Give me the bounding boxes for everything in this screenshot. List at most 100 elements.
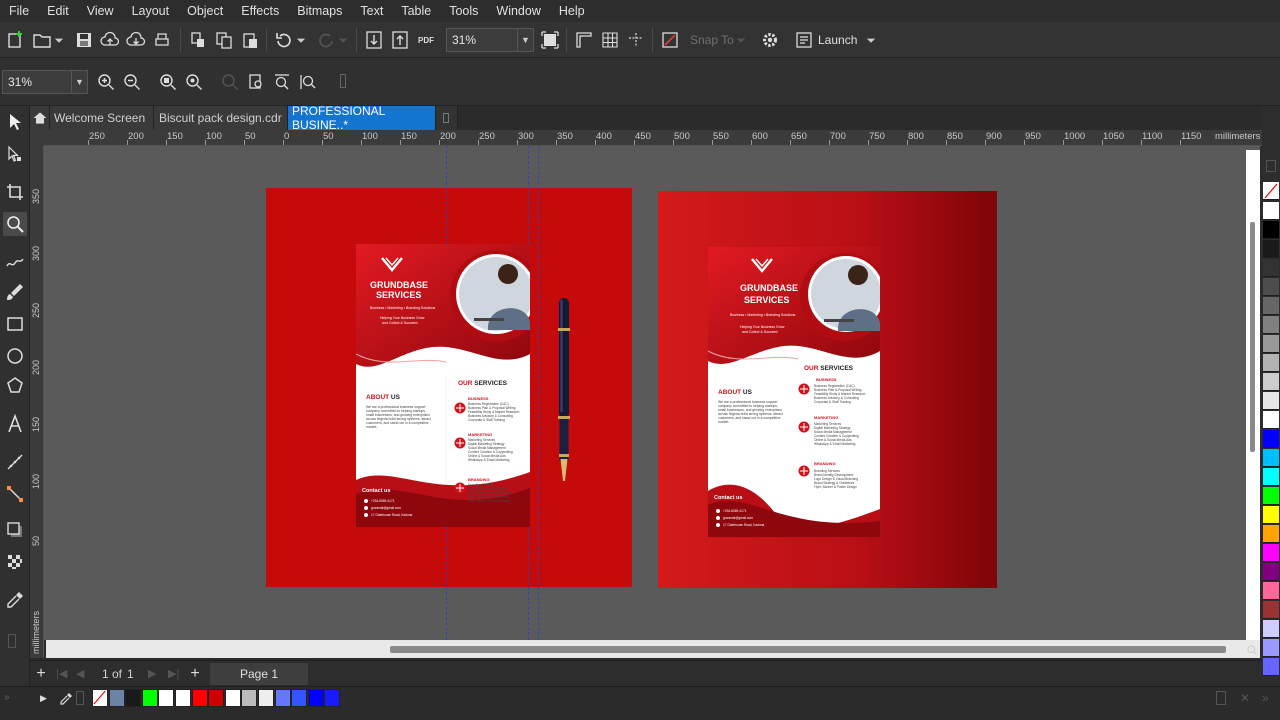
show-grid-icon[interactable] [598, 28, 622, 52]
zoom-to-page-icon[interactable] [218, 70, 242, 94]
zoom-dropdown-icon[interactable]: ▼ [517, 29, 533, 51]
palette-swatch[interactable] [1263, 468, 1279, 486]
zoom-to-selected-icon[interactable] [156, 70, 180, 94]
artistic-media-tool-icon[interactable] [3, 280, 27, 304]
palette-swatch[interactable] [1263, 582, 1279, 600]
page-1-tab[interactable]: Page 1 [210, 663, 308, 685]
document-palette-menu-icon[interactable]: ▶ [40, 693, 47, 704]
horizontal-ruler[interactable]: 250 200 150 100 50 0 50 100 150 200 250 300 350 400 45… [44, 130, 1262, 146]
new-document-icon[interactable] [4, 28, 28, 52]
no-color-swatch[interactable] [1263, 182, 1279, 200]
guideline-3[interactable] [538, 146, 539, 640]
menu-help[interactable]: Help [550, 0, 594, 22]
add-page-after-icon[interactable]: + [186, 665, 204, 683]
zoom-level-combo[interactable]: 31% ▼ [446, 28, 534, 52]
property-zoom-combo[interactable]: 31% ▼ [2, 70, 88, 94]
parallel-dimension-tool-icon[interactable] [3, 450, 27, 474]
palette-swatch[interactable] [1263, 259, 1279, 277]
open-folder-icon[interactable] [30, 28, 54, 52]
cut-icon[interactable] [186, 28, 210, 52]
document-palette-swatch[interactable] [175, 689, 191, 707]
vertical-ruler[interactable]: 350 300 250 200 150 100 50 millimeters [30, 146, 44, 658]
freehand-tool-icon[interactable] [3, 250, 27, 274]
launch-app-icon[interactable] [792, 28, 816, 52]
palette-swatch[interactable] [1263, 658, 1279, 676]
tab-overflow-button[interactable] [436, 106, 458, 130]
tab-professional-business[interactable]: PROFESSIONAL BUSINE..* [288, 104, 436, 132]
document-palette-eyedropper-icon[interactable] [58, 691, 74, 707]
palette-swatch[interactable] [1263, 449, 1279, 467]
zoom-to-all-objects-icon[interactable] [182, 70, 206, 94]
palette-swatch[interactable] [1263, 430, 1279, 448]
right-flyer[interactable]: GRUNDBASE SERVICES Business • Marketing … [708, 247, 880, 537]
palette-swatch[interactable] [1263, 392, 1279, 410]
menu-table[interactable]: Table [392, 0, 440, 22]
palette-swatch[interactable] [1263, 544, 1279, 562]
palette-swatch[interactable] [1263, 601, 1279, 619]
drop-shadow-tool-icon[interactable] [3, 518, 27, 542]
menu-view[interactable]: View [78, 0, 123, 22]
snap-off-icon[interactable] [658, 28, 682, 52]
vertical-scrollbar-thumb[interactable] [1250, 222, 1255, 452]
document-palette-swatch[interactable] [324, 689, 341, 707]
property-bar-handle[interactable] [340, 74, 346, 88]
redo-icon[interactable] [314, 28, 338, 52]
status-collapse-icon[interactable]: » [1262, 691, 1269, 705]
save-icon[interactable] [72, 28, 96, 52]
palette-swatch[interactable] [1263, 487, 1279, 505]
text-tool-icon[interactable] [3, 412, 27, 436]
ellipse-tool-icon[interactable] [3, 344, 27, 368]
full-screen-icon[interactable] [538, 28, 562, 52]
first-page-icon[interactable]: |◀ [56, 667, 67, 680]
menu-file[interactable]: File [0, 0, 38, 22]
pick-tool-icon[interactable] [3, 110, 27, 134]
launch-dropdown-icon[interactable] [864, 28, 878, 52]
menu-layout[interactable]: Layout [123, 0, 179, 22]
undo-icon[interactable] [272, 28, 296, 52]
palette-swatch[interactable] [1263, 335, 1279, 353]
document-palette-swatch[interactable] [241, 689, 258, 707]
rectangle-tool-icon[interactable] [3, 312, 27, 336]
horizontal-scrollbar-thumb[interactable] [390, 646, 1226, 653]
ruler-origin[interactable] [30, 130, 44, 146]
menu-effects[interactable]: Effects [232, 0, 288, 22]
palette-swatch[interactable] [1263, 620, 1279, 638]
document-palette-swatch[interactable] [108, 689, 125, 707]
navigator-button[interactable] [1244, 642, 1260, 658]
document-palette-swatch[interactable] [307, 689, 324, 707]
next-page-icon[interactable]: ▶ [148, 667, 156, 680]
drawing-canvas[interactable]: GRUNDBASE SERVICES Business • Marketing … [44, 146, 1260, 640]
status-panel-handle[interactable] [1216, 691, 1226, 705]
export-icon[interactable] [388, 28, 412, 52]
document-palette-swatch[interactable] [125, 689, 142, 707]
palette-swatch[interactable] [1263, 316, 1279, 334]
transparency-tool-icon[interactable] [3, 550, 27, 574]
menu-tools[interactable]: Tools [440, 0, 487, 22]
cloud-upload-icon[interactable] [98, 28, 122, 52]
document-palette-swatch[interactable] [258, 689, 274, 707]
toolbox-expand-handle[interactable] [8, 634, 16, 648]
document-palette-swatch[interactable] [291, 689, 308, 707]
import-icon[interactable] [362, 28, 386, 52]
show-guidelines-icon[interactable] [624, 28, 648, 52]
palette-swatch[interactable] [1263, 639, 1279, 657]
palette-swatch[interactable] [1263, 354, 1279, 372]
snap-to-label[interactable]: Snap To [690, 33, 734, 47]
palette-swatch[interactable] [1263, 411, 1279, 429]
options-gear-icon[interactable] [758, 28, 782, 52]
palette-swatch[interactable] [1263, 525, 1279, 543]
print-icon[interactable] [150, 28, 174, 52]
document-palette-swatch[interactable] [274, 689, 291, 707]
tab-welcome-screen[interactable]: Welcome Screen [50, 106, 154, 130]
eyedropper-tool-icon[interactable] [3, 588, 27, 612]
menu-window[interactable]: Window [487, 0, 549, 22]
zoom-out-icon[interactable] [120, 70, 144, 94]
connector-tool-icon[interactable] [3, 482, 27, 506]
last-page-icon[interactable]: ▶| [168, 667, 179, 680]
palette-swatch[interactable] [1263, 373, 1279, 391]
menu-object[interactable]: Object [178, 0, 232, 22]
undo-dropdown-icon[interactable] [294, 28, 308, 52]
menu-bitmaps[interactable]: Bitmaps [288, 0, 351, 22]
palette-swatch[interactable] [1263, 297, 1279, 315]
property-zoom-dropdown-icon[interactable]: ▼ [71, 71, 87, 93]
